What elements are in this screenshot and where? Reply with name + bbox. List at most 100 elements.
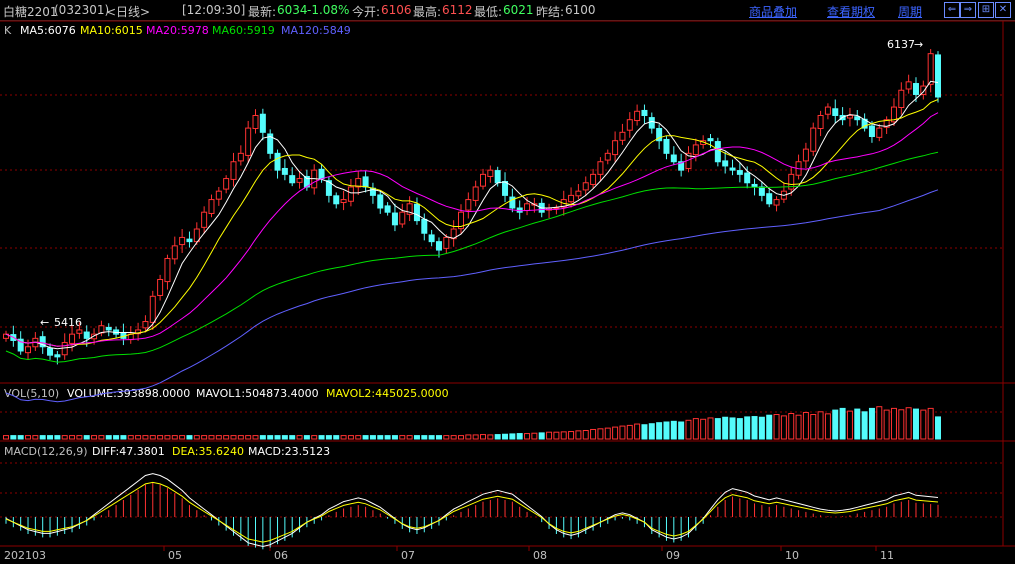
volume-bar [700, 418, 707, 440]
volume-bar [369, 435, 376, 440]
volume-bar [193, 435, 200, 440]
volume-bar [634, 423, 641, 440]
volume-bar [259, 435, 266, 440]
volume-bar [817, 411, 824, 440]
volume-bar [443, 435, 450, 440]
candle-body [568, 194, 575, 203]
volume-bar [318, 435, 325, 440]
vol-legend-mavol1: MAVOL1:504873.4000 [196, 387, 319, 400]
volume-bar [179, 435, 186, 440]
volume-bar [538, 432, 545, 440]
volume-bar [435, 435, 442, 440]
vol-legend-name: VOL(5,10) [4, 387, 59, 400]
candle-body [722, 160, 729, 167]
candle-body [333, 195, 340, 205]
volume-bar [729, 417, 736, 440]
volume-bar [61, 435, 68, 440]
volume-bar [113, 435, 120, 440]
volume-bar [208, 435, 215, 440]
volume-bar [758, 416, 765, 440]
candle-body [802, 148, 809, 162]
volume-bar [69, 435, 76, 440]
volume-bar [839, 407, 846, 440]
volume-bar [861, 411, 868, 440]
volume-bar [824, 413, 831, 440]
volume-bar [25, 435, 32, 440]
candle-body [868, 125, 875, 138]
macd-legend-dea: DEA:35.6240 [172, 445, 244, 458]
candle-body [149, 295, 156, 323]
low-marker-arrow-icon: ← [40, 316, 49, 329]
volume-bar [325, 435, 332, 440]
candle-body [230, 161, 237, 180]
candle-body [810, 127, 817, 152]
volume-bar [91, 435, 98, 440]
volume-bar [604, 427, 611, 440]
candle-body [347, 186, 354, 202]
x-axis: 202103 05 06 07 08 09 10 11 [4, 549, 894, 562]
candle-body [289, 175, 296, 184]
candle-body [340, 199, 347, 204]
candle-body [648, 117, 655, 129]
volume-bar [39, 435, 46, 440]
volume-bar [450, 435, 457, 440]
volume-bar [377, 435, 384, 440]
volume-bar [582, 430, 589, 440]
volume-bar [744, 416, 751, 440]
candle-body [472, 186, 479, 201]
candle-body [604, 152, 611, 161]
candle-body [399, 211, 406, 225]
ma10-legend: MA10:6015 [80, 24, 143, 37]
candle-body [905, 81, 912, 90]
candle-body [854, 116, 861, 121]
volume-bar [575, 430, 582, 440]
vol-legend-mavol2: MAVOL2:445025.0000 [326, 387, 449, 400]
candle-body [215, 190, 222, 200]
volume-bar [868, 407, 875, 440]
candle-body [575, 190, 582, 197]
volume-bar [920, 409, 927, 440]
volume-bar [391, 435, 398, 440]
candle-body [663, 138, 670, 154]
volume-bar [171, 435, 178, 440]
macd-legend-diff: DIFF:47.3801 [92, 445, 165, 458]
candle-body [69, 333, 76, 344]
volume-bar [17, 435, 24, 440]
volume-bar [267, 435, 274, 440]
candle-body [898, 89, 905, 108]
candle-body [171, 245, 178, 260]
volume-bar [788, 413, 795, 440]
volume-bar [846, 410, 853, 440]
macd-histogram [5, 473, 939, 550]
candle-body [465, 199, 472, 211]
volume-bar [252, 435, 259, 440]
x-tick-label: 05 [168, 549, 182, 562]
candle-body [201, 211, 208, 228]
x-tick-label: 07 [401, 549, 415, 562]
candle-body [817, 114, 824, 130]
volume-bar [10, 435, 17, 440]
low-marker-label: 5416 [54, 316, 82, 329]
candle-body [480, 173, 487, 187]
volume-bar [164, 435, 171, 440]
candle-body [670, 154, 677, 163]
macd-legend-macd: MACD:23.5123 [248, 445, 330, 458]
candle-body [751, 183, 758, 188]
x-tick-label: 11 [880, 549, 894, 562]
volume-bar [546, 431, 553, 440]
volume-bar [303, 435, 310, 440]
volume-bar [663, 421, 670, 440]
kline-chart[interactable]: K MA5:6076 MA10:6015 MA20:5978 MA60:5919… [0, 0, 1015, 564]
volume-bar [186, 435, 193, 440]
volume-bar [384, 435, 391, 440]
ma120-legend: MA120:5849 [281, 24, 351, 37]
volume-bar [531, 432, 538, 440]
x-tick-label: 202103 [4, 549, 46, 562]
volume-bar [47, 435, 54, 440]
volume-bar [54, 435, 61, 440]
ma20-legend: MA20:5978 [146, 24, 209, 37]
volume-bar [516, 433, 523, 440]
volume-bar [274, 435, 281, 440]
volume-bar [905, 407, 912, 440]
candle-body [105, 326, 112, 331]
